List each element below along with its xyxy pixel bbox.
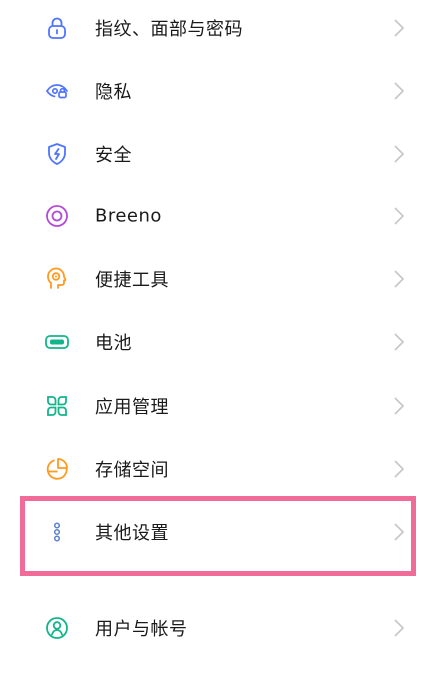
chevron-right-icon bbox=[393, 618, 405, 638]
settings-item-fingerprint-face-password[interactable]: 指纹、面部与密码 bbox=[0, 0, 429, 60]
user-account-icon bbox=[44, 615, 70, 641]
settings-item-breeno[interactable]: Breeno bbox=[0, 184, 429, 248]
chevron-right-icon bbox=[393, 206, 405, 226]
chevron-right-icon bbox=[393, 459, 405, 479]
lock-icon bbox=[44, 15, 70, 41]
chevron-right-icon bbox=[393, 522, 405, 542]
settings-item-label: 安全 bbox=[95, 145, 132, 166]
settings-item-battery[interactable]: 电池 bbox=[0, 310, 429, 374]
chevron-right-icon bbox=[393, 396, 405, 416]
settings-item-app-management[interactable]: 应用管理 bbox=[0, 374, 429, 438]
settings-item-label: 其他设置 bbox=[95, 523, 169, 544]
chevron-right-icon bbox=[393, 144, 405, 164]
chevron-right-icon bbox=[393, 269, 405, 289]
settings-item-label: 存储空间 bbox=[95, 460, 169, 481]
chevron-right-icon bbox=[393, 18, 405, 38]
settings-item-privacy[interactable]: 隐私 bbox=[0, 59, 429, 123]
settings-item-label: Breeno bbox=[95, 205, 162, 227]
settings-item-label: 用户与帐号 bbox=[95, 619, 188, 640]
settings-item-security[interactable]: 安全 bbox=[0, 122, 429, 186]
chevron-right-icon bbox=[393, 81, 405, 101]
settings-item-label: 便捷工具 bbox=[95, 270, 169, 291]
breeno-icon bbox=[44, 203, 70, 229]
app-management-icon bbox=[44, 393, 70, 419]
settings-item-label: 电池 bbox=[95, 333, 132, 354]
other-settings-icon bbox=[44, 519, 70, 545]
security-shield-icon bbox=[44, 141, 70, 167]
convenience-tools-icon bbox=[44, 266, 70, 292]
settings-item-convenience-tools[interactable]: 便捷工具 bbox=[0, 247, 429, 311]
chevron-right-icon bbox=[393, 332, 405, 352]
storage-icon bbox=[44, 456, 70, 482]
settings-item-user-account[interactable]: 用户与帐号 bbox=[0, 596, 429, 660]
privacy-eye-icon bbox=[44, 78, 70, 104]
settings-item-other-settings[interactable]: 其他设置 bbox=[0, 500, 429, 564]
settings-item-label: 隐私 bbox=[95, 82, 132, 103]
settings-item-storage[interactable]: 存储空间 bbox=[0, 437, 429, 501]
settings-list: 指纹、面部与密码 隐私 安全 Breeno 便捷工具 电池 应用管理 存储空间 … bbox=[0, 0, 429, 676]
settings-item-label: 应用管理 bbox=[95, 397, 169, 418]
settings-item-label: 指纹、面部与密码 bbox=[95, 19, 243, 40]
battery-icon bbox=[44, 329, 70, 355]
